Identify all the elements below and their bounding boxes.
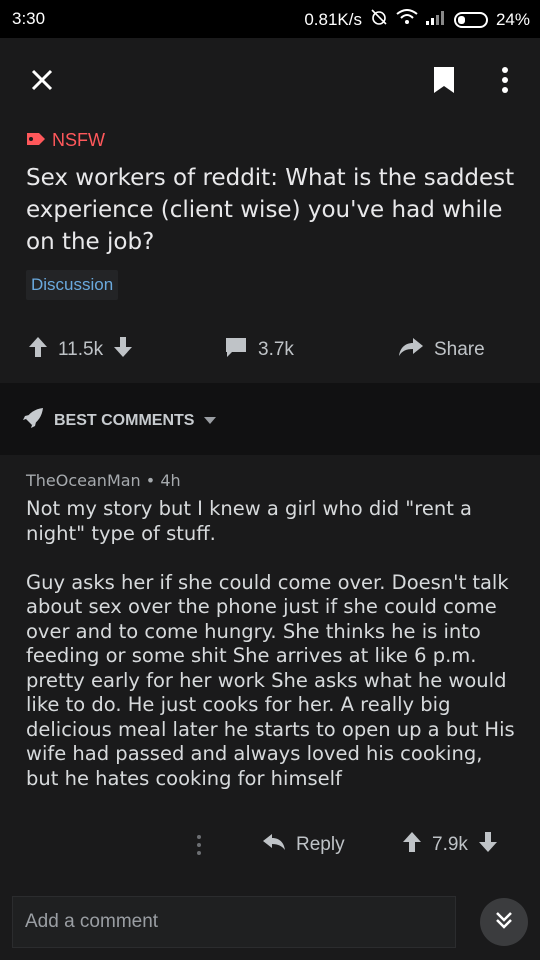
comment-count: 3.7k [258,339,294,360]
comment-author[interactable]: TheOceanMan [26,471,141,490]
comment-score: 7.9k [432,834,468,855]
bookmark-icon[interactable] [426,60,462,100]
nsfw-tag: NSFW [26,130,105,151]
post-title: Sex workers of reddit: What is the sadde… [26,165,515,255]
comment-actions: Reply 7.9k [0,825,540,865]
reply-label: Reply [296,834,345,855]
comment-composer: Add a comment [0,884,540,960]
add-comment-input[interactable]: Add a comment [12,896,456,948]
comment-meta: TheOceanMan • 4h [26,471,181,490]
alarm-off-icon [370,8,388,31]
share-button[interactable]: Share [398,330,485,370]
comment: TheOceanMan • 4h Not my story but I knew… [0,455,540,880]
post-actions: 11.5k 3.7k Share [0,330,540,370]
network-speed: 0.81K/s [304,9,362,29]
double-chevron-down-icon [492,908,516,937]
comment-paragraph: Guy asks her if she could come over. Doe… [26,570,515,790]
sort-dropdown[interactable]: BEST COMMENTS [22,407,217,434]
battery-icon [453,11,488,28]
share-label: Share [434,339,485,360]
rocket-icon [22,407,44,434]
post-score: 11.5k [58,339,104,360]
sort-label: BEST COMMENTS [54,411,195,429]
post-flair[interactable]: Discussion [26,270,119,300]
reply-icon [262,833,286,857]
meta-separator: • [145,471,161,490]
comment-more-icon[interactable] [196,825,202,865]
comments-sort-bar: BEST COMMENTS [0,383,540,455]
comment-paragraph: Not my story but I knew a girl who did "… [26,497,473,545]
downvote-icon[interactable] [113,336,133,364]
post-vote: 11.5k [28,330,133,370]
upvote-icon[interactable] [402,831,422,859]
wifi-icon [396,9,418,30]
comment-vote: 7.9k [402,825,498,865]
share-icon [398,337,424,363]
upvote-icon[interactable] [28,336,48,364]
top-bar [0,38,540,120]
reply-button[interactable]: Reply [262,825,345,865]
tag-icon [26,130,46,151]
comments-button[interactable]: 3.7k [224,330,294,370]
downvote-icon[interactable] [478,831,498,859]
more-options-icon[interactable] [490,60,520,100]
post: NSFW Sex workers of reddit: What is the … [0,120,540,383]
comment-age: 4h [160,471,181,490]
nsfw-label: NSFW [52,130,105,150]
status-bar: 3:30 0.81K/s 24% [0,0,540,38]
status-time: 3:30 [12,9,46,28]
comment-body: Not my story but I knew a girl who did "… [26,497,520,816]
signal-icon [425,10,446,30]
close-icon[interactable] [22,60,62,100]
caret-down-icon [204,412,217,430]
battery-level: 24% [495,9,530,29]
next-comment-button[interactable] [480,898,528,946]
comment-icon [224,336,248,364]
